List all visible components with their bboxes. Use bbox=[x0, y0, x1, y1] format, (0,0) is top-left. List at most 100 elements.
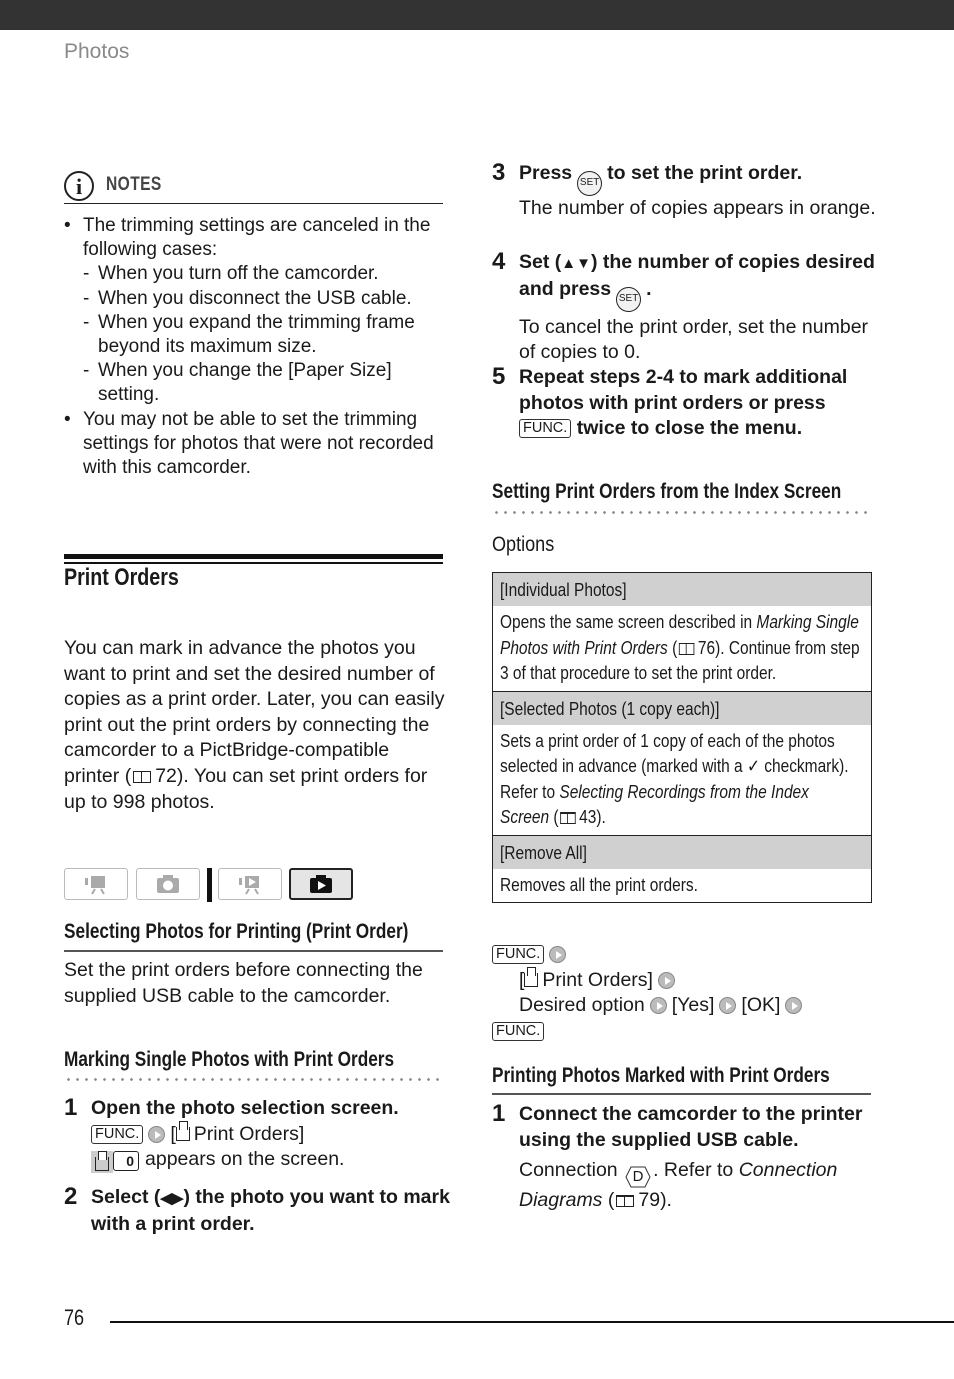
print-order-indicator: 0 bbox=[91, 1151, 139, 1177]
page-number: 76 bbox=[64, 1305, 85, 1330]
func-button[interactable]: FUNC. bbox=[91, 1124, 144, 1144]
step-title: Select (◀▶) the photo you want to mark w… bbox=[91, 1186, 450, 1235]
note-item: The trimming settings are canceled in th… bbox=[64, 214, 449, 262]
set-button-icon: SET bbox=[577, 171, 603, 196]
heading-rule bbox=[492, 1093, 871, 1095]
options-table: [Individual Photos] Opens the same scree… bbox=[492, 572, 872, 903]
menu-sequence: FUNC. [Print Orders] Desired option [Yes]… bbox=[492, 942, 882, 1044]
mode-icons bbox=[64, 868, 364, 902]
step-number: 1 bbox=[64, 1094, 78, 1121]
step-title: Connect the camcorder to the printer usi… bbox=[519, 1103, 863, 1151]
dotted-rule bbox=[492, 511, 872, 514]
step-text: appears on the screen. bbox=[145, 1148, 345, 1171]
step-body: Connection D. Refer to Connection Diagra… bbox=[519, 1159, 838, 1212]
printer-icon bbox=[524, 966, 539, 987]
notes-list: The trimming settings are canceled in th… bbox=[64, 214, 449, 480]
mode-separator bbox=[207, 868, 212, 902]
next-arrow-icon bbox=[549, 946, 567, 963]
option-header: [Selected Photos (1 copy each)] bbox=[493, 690, 871, 725]
next-arrow-icon bbox=[148, 1125, 166, 1143]
func-button[interactable]: FUNC. bbox=[492, 1021, 545, 1041]
note-item: You may not be able to set the trimming … bbox=[64, 408, 449, 481]
next-arrow-icon bbox=[649, 997, 667, 1014]
option-header: [Remove All] bbox=[493, 834, 871, 869]
photo-playback-mode-icon bbox=[289, 868, 353, 900]
printing-step-1: 1 Connect the camcorder to the printer u… bbox=[492, 1100, 882, 1214]
func-button[interactable]: FUNC. bbox=[519, 419, 572, 439]
marking-title: Marking Single Photos with Print Orders bbox=[64, 1048, 395, 1071]
yes-option[interactable]: [Yes] bbox=[672, 994, 715, 1016]
step-number: 3 bbox=[492, 159, 506, 186]
selecting-title: Selecting Photos for Printing (Print Ord… bbox=[64, 920, 409, 943]
step-3: 3 Press SET to set the print order. The nu… bbox=[492, 159, 882, 222]
step-title: Open the photo selection screen. bbox=[91, 1097, 399, 1119]
photo-record-mode-icon bbox=[136, 868, 200, 900]
notes-label: NOTES bbox=[106, 174, 162, 195]
printing-title: Printing Photos Marked with Print Orders bbox=[492, 1064, 830, 1087]
ok-option[interactable]: [OK] bbox=[741, 994, 780, 1016]
note-text: You may not be able to set the trimming … bbox=[83, 408, 434, 479]
step-body: 0 appears on the screen. bbox=[91, 1147, 454, 1177]
index-screen-title: Setting Print Orders from the Index Scre… bbox=[492, 480, 842, 503]
movie-record-mode-icon bbox=[64, 868, 128, 900]
footer-rule bbox=[110, 1321, 954, 1323]
note-subitem: When you change the [Paper Size] setting… bbox=[64, 359, 449, 407]
note-text: The trimming settings are canceled in th… bbox=[83, 215, 431, 261]
note-subitem: When you turn off the camcorder. bbox=[64, 262, 449, 286]
book-ref-icon bbox=[615, 1195, 635, 1208]
menu-item[interactable]: Print Orders bbox=[194, 1123, 299, 1145]
info-icon: i bbox=[64, 171, 94, 201]
page-ref[interactable]: 43 bbox=[579, 807, 596, 827]
option-header: [Individual Photos] bbox=[493, 573, 871, 606]
print-orders-title: Print Orders bbox=[64, 564, 179, 591]
step-text: The number of copies appears in orange. bbox=[519, 197, 876, 219]
notes-header: i NOTES bbox=[64, 170, 443, 204]
next-arrow-icon bbox=[785, 997, 803, 1014]
movie-playback-mode-icon bbox=[218, 868, 282, 900]
section-title: Photos bbox=[64, 40, 130, 63]
print-orders-intro: You can mark in advance the photos you w… bbox=[64, 636, 449, 815]
step-number: 1 bbox=[492, 1100, 506, 1127]
options-label: Options bbox=[492, 533, 555, 556]
book-ref-icon bbox=[132, 770, 152, 783]
copy-count: 0 bbox=[113, 1151, 139, 1172]
page-ref[interactable]: 72 bbox=[155, 765, 177, 787]
book-ref-icon bbox=[678, 642, 695, 655]
step-number: 5 bbox=[492, 363, 506, 390]
step-number: 4 bbox=[492, 248, 506, 275]
option-description: Opens the same screen described in Marki… bbox=[500, 612, 860, 683]
step-body: FUNC.[Print Orders] bbox=[91, 1120, 454, 1148]
heading-rule bbox=[64, 950, 443, 952]
func-button[interactable]: FUNC. bbox=[492, 945, 545, 964]
connection-d-icon: D bbox=[625, 1166, 651, 1188]
note-subitem: When you expand the trimming frame beyon… bbox=[64, 311, 449, 359]
heading-rule bbox=[64, 554, 443, 559]
next-arrow-icon bbox=[719, 997, 737, 1014]
page-ref[interactable]: 76 bbox=[698, 638, 715, 658]
step-text: To cancel the print order, set the numbe… bbox=[519, 315, 869, 364]
dotted-rule bbox=[64, 1078, 444, 1081]
step-title: Press SET to set the print order. bbox=[519, 161, 882, 196]
step-1: 1 Open the photo selection screen. FUNC.… bbox=[64, 1094, 454, 1177]
set-button-icon: SET bbox=[616, 286, 642, 312]
printer-icon bbox=[95, 1151, 109, 1172]
book-ref-icon bbox=[559, 812, 576, 824]
printer-icon bbox=[175, 1120, 190, 1141]
selecting-body: Set the print orders before connecting t… bbox=[64, 959, 423, 1007]
note-subitem: When you disconnect the USB cable. bbox=[64, 287, 449, 311]
menu-item[interactable]: Print Orders bbox=[542, 969, 647, 991]
step-number: 2 bbox=[64, 1183, 78, 1210]
option-description: Removes all the print orders. bbox=[500, 874, 698, 895]
top-bar bbox=[0, 0, 954, 30]
left-right-arrows-icon: ◀▶ bbox=[160, 1190, 184, 1207]
step-4: 4 Set (▲▼) the number of copies desired … bbox=[492, 248, 882, 366]
step-5: 5 Repeat steps 2-4 to mark additional ph… bbox=[492, 363, 882, 442]
desired-option[interactable]: Desired option bbox=[519, 994, 645, 1016]
step-2: 2 Select (◀▶) the photo you want to mark… bbox=[64, 1183, 454, 1237]
up-down-arrows-icon: ▲▼ bbox=[561, 255, 591, 272]
step-title: Set (▲▼) the number of copies desired an… bbox=[519, 250, 882, 312]
option-description: Sets a print order of 1 copy of each of … bbox=[500, 730, 849, 828]
page-ref[interactable]: 79 bbox=[638, 1189, 660, 1211]
step-title: Repeat steps 2-4 to mark additional phot… bbox=[519, 366, 848, 440]
next-arrow-icon bbox=[657, 971, 675, 989]
